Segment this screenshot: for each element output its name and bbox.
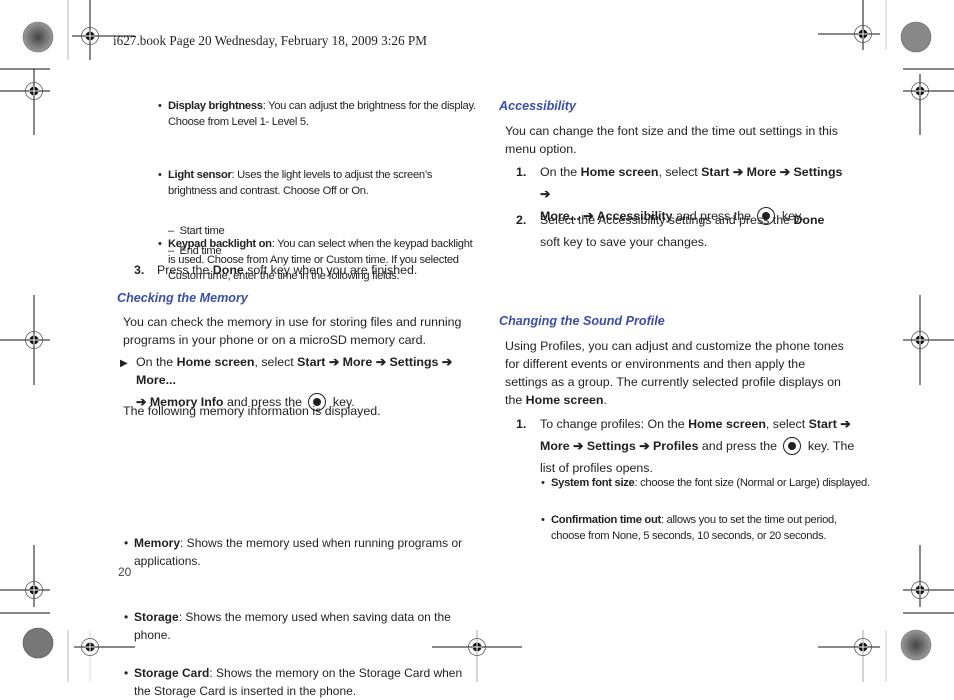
menu-path: More ➔ Settings ➔ Profiles xyxy=(540,439,699,453)
memory-intro: You can check the memory in use for stor… xyxy=(123,315,462,347)
sound-intro: Using Profiles, you can adjust and custo… xyxy=(505,339,844,407)
crop-mark-bottom-left xyxy=(0,545,135,682)
bullet-storage: Storage: Shows the memory used when savi… xyxy=(124,608,474,644)
step-3: 3. Press the Done soft key when you are … xyxy=(134,263,418,277)
bullet-confirmation-time-out: Confirmation time out: allows you to set… xyxy=(541,512,851,544)
bullet-text: : Shows the memory used when saving data… xyxy=(134,610,451,642)
sound-step-1: 1. To change profiles: On the Home scree… xyxy=(516,413,856,479)
bullet-text: : Shows the memory used when running pro… xyxy=(134,536,463,568)
crop-mark-mid-left xyxy=(0,295,50,385)
bullet-light-sensor: Light sensor: Uses the light levels to a… xyxy=(158,167,478,199)
crop-mark-bottom-right xyxy=(818,545,954,682)
sub-item-end-time: – End time xyxy=(168,245,222,257)
section-heading-accessibility: Accessibility xyxy=(499,99,577,113)
sub-item-label: End time xyxy=(179,245,222,257)
crop-mark-top-left xyxy=(0,0,135,135)
print-info-header: i627.book Page 20 Wednesday, February 18… xyxy=(113,33,427,48)
sub-item-label: Start time xyxy=(179,225,225,237)
step-number: 2. xyxy=(516,213,527,227)
accessibility-intro: You can change the font size and the tim… xyxy=(505,124,838,156)
crop-mark-mid-right xyxy=(903,295,954,385)
step-number: 1. xyxy=(516,417,527,431)
bullet-term: Memory xyxy=(134,536,181,550)
arrow-bullet-icon: ▶ xyxy=(120,358,128,369)
page-number: 20 xyxy=(118,565,132,579)
step-number: 1. xyxy=(516,165,527,179)
bullet-term: Light sensor xyxy=(168,169,232,181)
sub-item-start-time: – Start time xyxy=(168,225,225,237)
bullet-term: Storage Card xyxy=(134,666,210,680)
bullet-term: Confirmation time out xyxy=(551,514,661,526)
bullet-term: Display brightness xyxy=(168,100,263,112)
bullet-storage-card: Storage Card: Shows the memory on the St… xyxy=(124,664,464,700)
accessibility-step-2: 2. Select the Accessibility settings and… xyxy=(516,209,846,253)
memory-following: The following memory information is disp… xyxy=(123,404,381,418)
section-heading-sound-profile: Changing the Sound Profile xyxy=(499,314,665,328)
section-heading-checking-memory: Checking the Memory xyxy=(117,291,248,305)
step-number: 3. xyxy=(134,263,145,277)
menu-path: Start ➔ xyxy=(808,417,851,431)
ok-key-icon xyxy=(783,436,802,455)
bullet-memory: Memory: Shows the memory used when runni… xyxy=(124,534,464,570)
crop-mark-top-right xyxy=(818,0,954,135)
bullet-term: Storage xyxy=(134,610,179,624)
bullet-display-brightness: Display brightness: You can adjust the b… xyxy=(158,98,478,130)
